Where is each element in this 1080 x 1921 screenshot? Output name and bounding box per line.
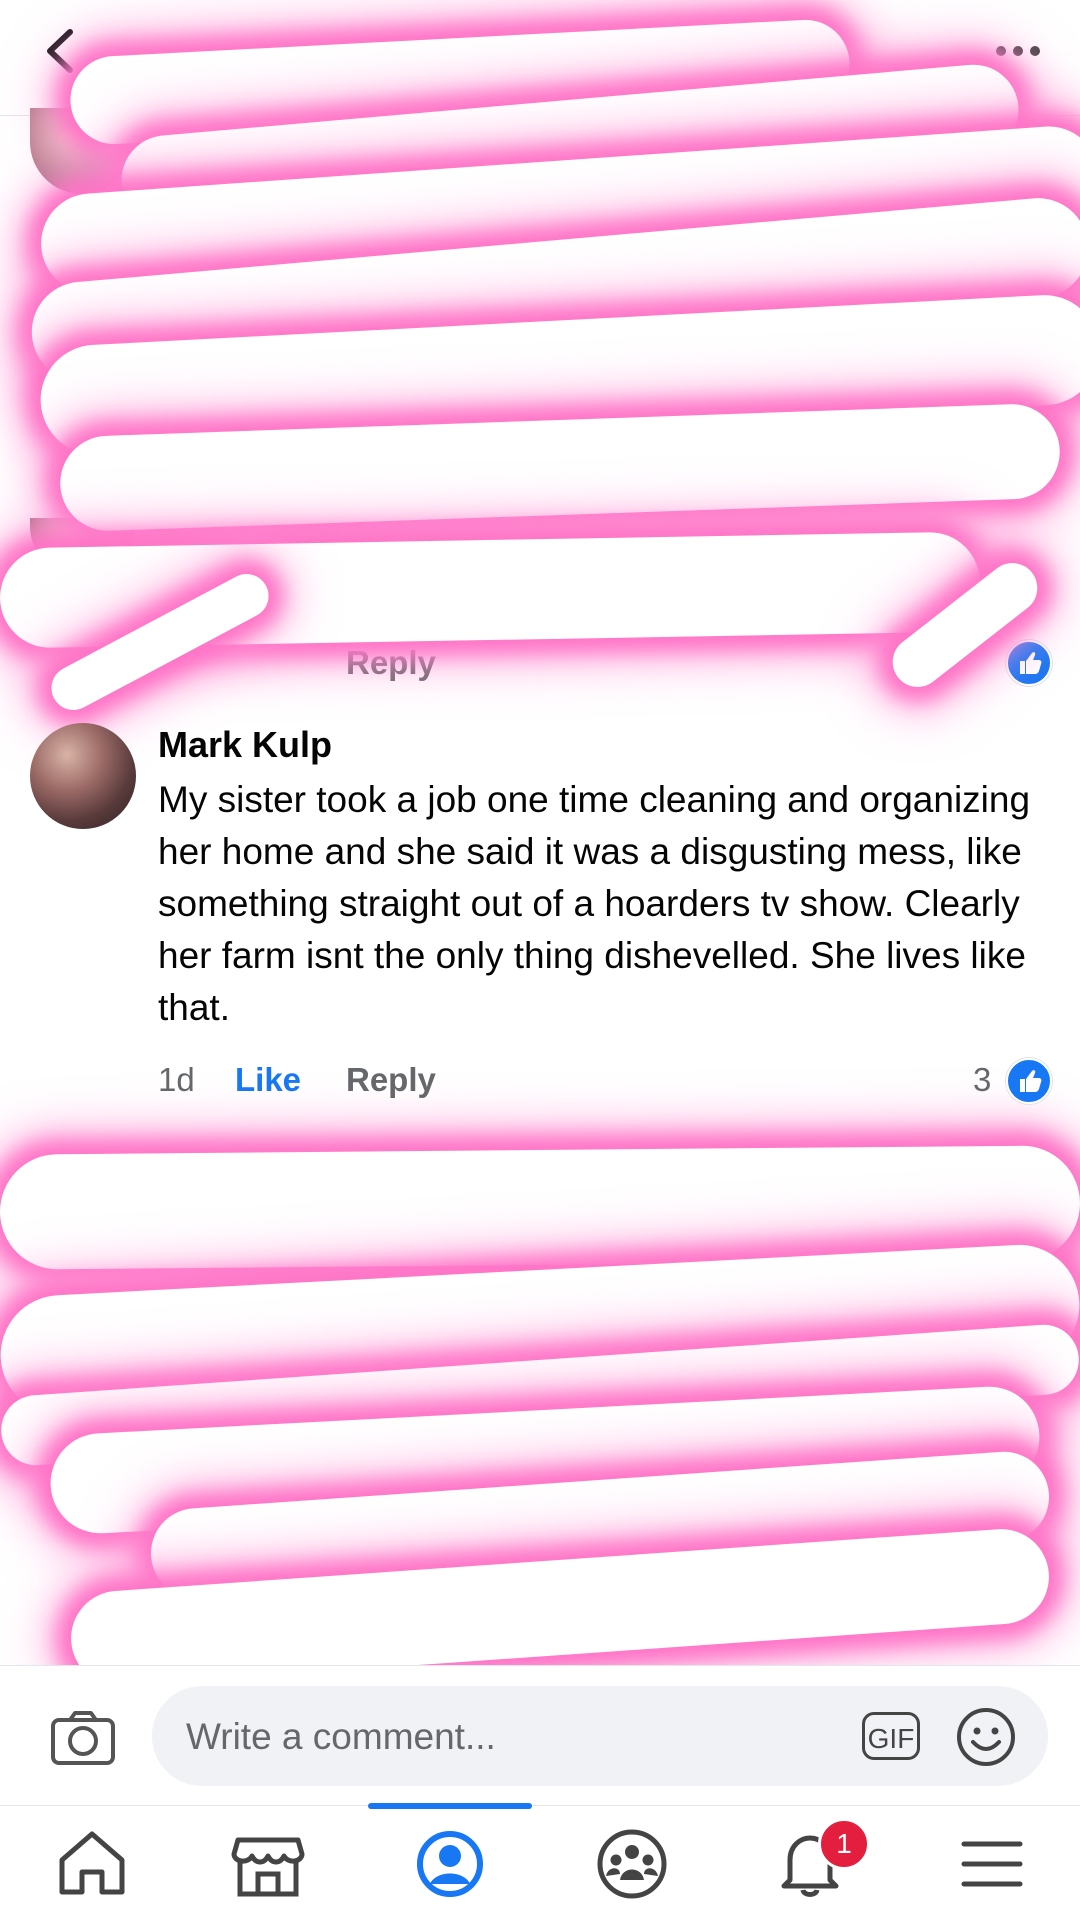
comment-timestamp[interactable]: 1d — [158, 1061, 195, 1099]
gif-button[interactable]: GIF — [862, 1712, 920, 1760]
avatar[interactable] — [30, 723, 136, 829]
notification-badge: 1 — [818, 1818, 870, 1870]
home-icon — [59, 1831, 125, 1895]
like-button[interactable]: Like — [235, 1061, 301, 1099]
nav-marketplace[interactable] — [228, 1820, 308, 1905]
back-button[interactable] — [40, 26, 84, 76]
nav-home[interactable] — [52, 1820, 132, 1905]
comment-author[interactable]: Mark Kulp — [158, 724, 332, 766]
reply-button[interactable]: Reply — [346, 644, 436, 682]
chevron-left-icon — [47, 29, 73, 73]
like-reaction-badge[interactable] — [1006, 640, 1052, 686]
more-horizontal-icon — [996, 46, 1006, 56]
more-options-button[interactable] — [990, 30, 1046, 70]
comment-body: My sister took a job one time cleaning a… — [158, 779, 1031, 1028]
comment-input[interactable] — [184, 1686, 788, 1788]
marketplace-icon — [231, 1837, 305, 1897]
reply-button[interactable]: Reply — [346, 1061, 436, 1099]
reaction-count[interactable]: 3 — [973, 1061, 991, 1099]
nav-profile[interactable] — [410, 1820, 490, 1905]
active-tab-indicator — [368, 1803, 532, 1809]
profile-icon — [417, 1831, 483, 1897]
thumbs-up-icon — [1020, 652, 1042, 674]
camera-button[interactable] — [50, 1710, 116, 1766]
nav-groups[interactable] — [592, 1820, 672, 1905]
groups-icon — [597, 1829, 667, 1899]
like-reaction-badge[interactable] — [1006, 1058, 1052, 1104]
thumbs-up-icon — [1020, 1070, 1042, 1092]
emoji-button[interactable] — [955, 1706, 1017, 1768]
bottom-nav — [0, 1805, 1080, 1921]
camera-icon — [51, 1711, 115, 1765]
smiley-icon — [957, 1708, 1015, 1766]
nav-menu[interactable] — [952, 1820, 1032, 1905]
menu-icon — [961, 1841, 1023, 1887]
